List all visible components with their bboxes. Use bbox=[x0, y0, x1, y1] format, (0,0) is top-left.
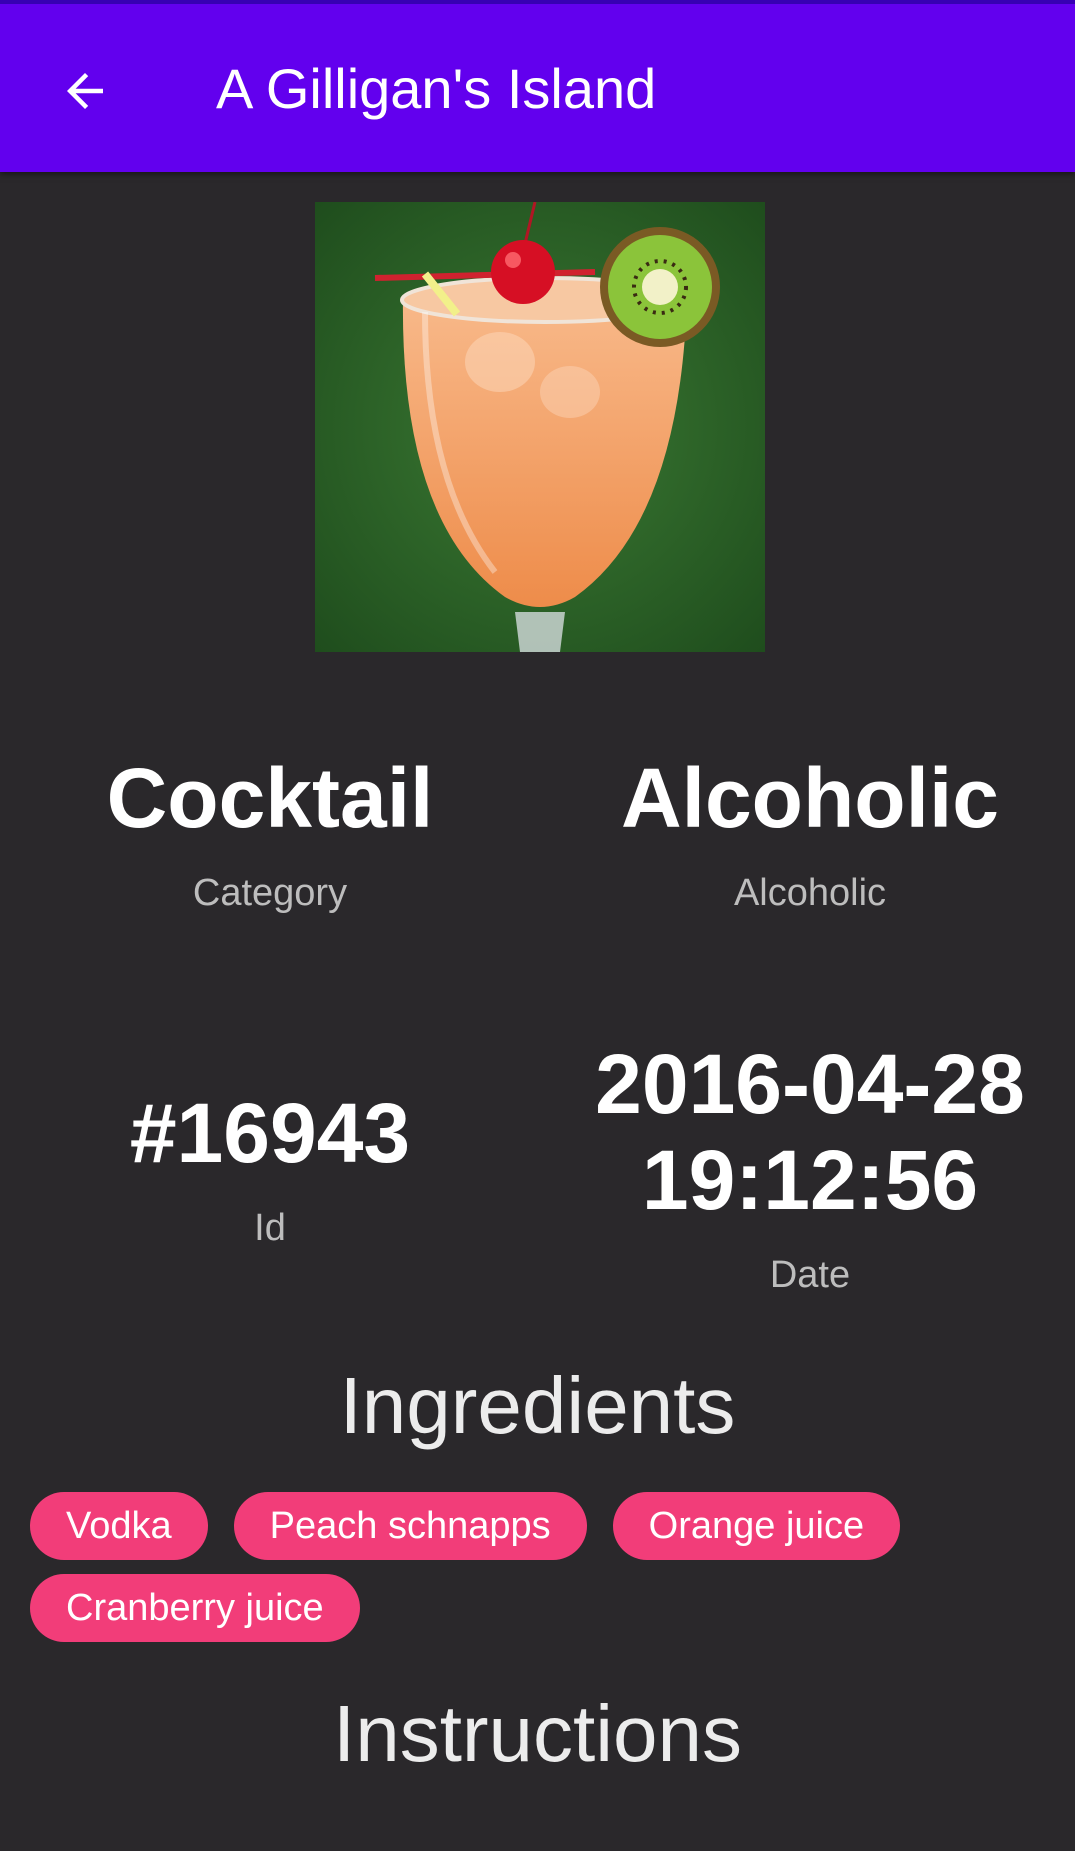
alcoholic-label: Alcoholic bbox=[733, 872, 887, 914]
category-stat: Cocktail Category bbox=[0, 750, 540, 915]
id-stat: #16943 Id bbox=[0, 1085, 540, 1250]
id-value: #16943 bbox=[129, 1086, 411, 1180]
alcoholic-value: Alcoholic bbox=[620, 751, 1000, 845]
instructions-title: Instructions bbox=[332, 1689, 743, 1778]
ingredient-chip[interactable]: Orange juice bbox=[612, 1492, 901, 1560]
id-label: Id bbox=[254, 1207, 286, 1249]
app-bar: A Gilligan's Island bbox=[0, 0, 1075, 172]
ingredients-title: Ingredients bbox=[339, 1361, 736, 1450]
arrow-left-icon bbox=[58, 64, 112, 122]
date-stat: 2016-04-28 19:12:56 Date bbox=[540, 1036, 1075, 1297]
page-title: A Gilligan's Island bbox=[216, 57, 657, 120]
back-button[interactable] bbox=[40, 48, 130, 138]
ingredient-chip[interactable]: Vodka bbox=[30, 1492, 208, 1560]
category-label: Category bbox=[192, 872, 348, 914]
ingredient-chip[interactable]: Cranberry juice bbox=[30, 1574, 360, 1642]
date-label: Date bbox=[769, 1254, 851, 1296]
cocktail-image bbox=[315, 202, 765, 652]
category-value: Cocktail bbox=[106, 751, 434, 845]
date-value-line2: 19:12:56 bbox=[641, 1133, 979, 1227]
alcoholic-stat: Alcoholic Alcoholic bbox=[540, 750, 1075, 915]
ingredient-chips: Vodka Peach schnapps Orange juice Cranbe… bbox=[30, 1492, 1050, 1642]
date-value-line1: 2016-04-28 bbox=[595, 1037, 1025, 1131]
ingredient-chip[interactable]: Peach schnapps bbox=[233, 1492, 587, 1560]
